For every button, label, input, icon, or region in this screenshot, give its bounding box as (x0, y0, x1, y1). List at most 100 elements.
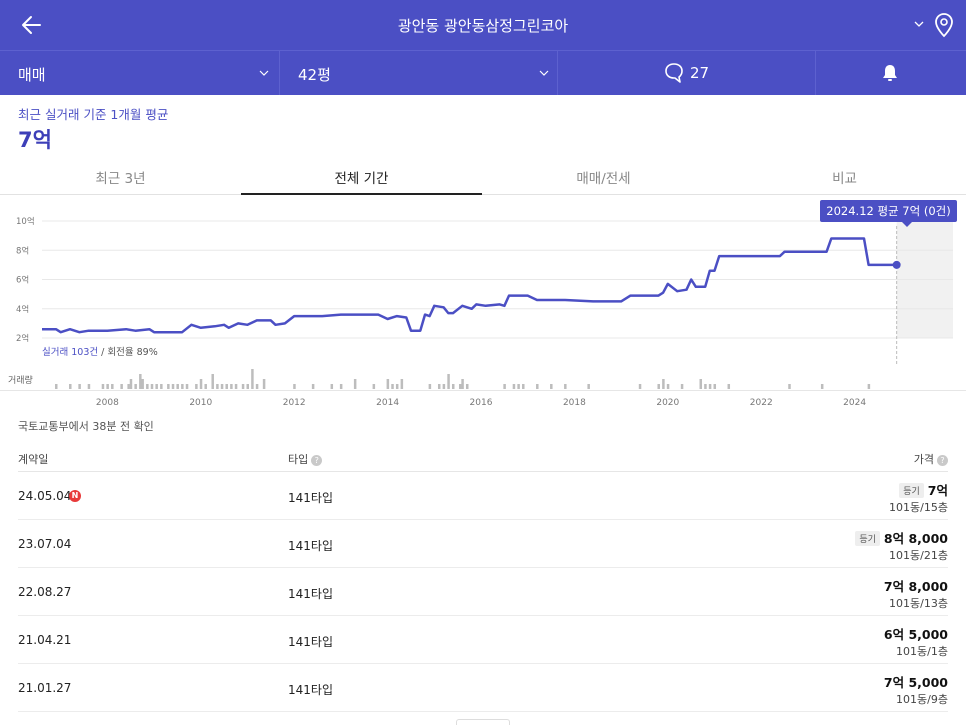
volume-bar (727, 384, 731, 389)
area-select[interactable]: 42평 (280, 51, 558, 95)
trade-meta: 실거래 103건 / 회전율 89% (42, 344, 158, 358)
page-title[interactable]: 광안동 광안동삼정그린코아 (0, 15, 966, 36)
alert-button[interactable] (816, 51, 966, 95)
chevron-down-icon (539, 70, 549, 76)
volume-bar (141, 379, 144, 389)
volume-bar (211, 374, 214, 389)
registered-tag: 등기 (899, 483, 924, 498)
row-price: 등기 8억 8,000 101동/21층 (855, 528, 948, 563)
row-type: 141타입 (288, 587, 333, 601)
volume-bar (204, 384, 207, 389)
price-value: 6억 5,000 (883, 627, 948, 642)
price-value: 7억 8,000 (883, 579, 948, 594)
volume-bar (293, 384, 296, 389)
table-row[interactable]: 24.05.04 N 141타입 등기 7억 101동/15층 (18, 472, 948, 520)
price-chart-svg: 10억 8억 6억 4억 2억 2008 2010 2012 2014 2016 2018 2020 2… (16, 216, 953, 408)
y-tick-label: 8억 (16, 245, 29, 256)
x-tick-label: 2008 (96, 398, 119, 408)
x-tick-label: 2020 (656, 398, 679, 408)
price-value: 7억 (927, 483, 948, 498)
table-row[interactable]: 21.01.27 141타입 7억 5,000 101동/9층 (18, 664, 948, 712)
volume-bar (400, 379, 404, 389)
average-label: 최근 실거래 기준 1개월 평균 (18, 107, 169, 122)
row-price: 7억 8,000 101동/13층 (884, 576, 948, 611)
volume-bar (564, 384, 567, 389)
new-badge: N (69, 490, 81, 502)
y-tick-label: 6억 (16, 275, 29, 286)
price-chart[interactable]: 10억 8억 6억 4억 2억 2008 2010 2012 2014 2016 2018 2020 2… (0, 196, 966, 408)
volume-bar (139, 374, 142, 389)
x-tick-label: 2016 (470, 398, 493, 408)
volume-bar (339, 384, 343, 389)
volume-bar (428, 384, 432, 389)
tab-all-period[interactable]: 전체 기간 (241, 157, 482, 195)
filter-bar: 매매 42평 27 (0, 50, 966, 95)
row-price: 6억 5,000 101동/1층 (884, 624, 948, 659)
unit-floor: 101동/1층 (896, 645, 948, 658)
volume-bar (666, 384, 670, 389)
table-row[interactable]: 22.08.27 141타입 7억 8,000 101동/13층 (18, 568, 948, 616)
volume-bar (442, 384, 446, 389)
row-date: 21.01.27 (18, 681, 72, 695)
chevron-down-icon[interactable] (912, 17, 926, 31)
volume-bar (713, 384, 717, 389)
tab-sale-jeonse[interactable]: 매매/전세 (483, 157, 724, 195)
volume-bar (311, 384, 315, 389)
header-price: 가격? (914, 451, 948, 467)
volume-bar (87, 384, 91, 389)
trade-type-label: 매매 (18, 66, 46, 84)
y-tick-label: 4억 (16, 304, 29, 315)
chart-tooltip: 2024.12 평균 7억 (0건) (820, 200, 957, 222)
row-date: 21.04.21 (18, 633, 72, 647)
volume-bar (657, 384, 660, 389)
comments-button[interactable]: 27 (558, 51, 816, 95)
trade-type-select[interactable]: 매매 (0, 51, 280, 95)
volume-bar (662, 379, 665, 389)
volume-bar (176, 384, 179, 389)
volume-bar (255, 384, 259, 389)
volume-bar (867, 384, 871, 389)
location-pin-icon[interactable] (933, 12, 955, 38)
chevron-down-icon (259, 70, 269, 76)
volume-bar (134, 384, 137, 389)
volume-bar (391, 384, 394, 389)
volume-bar (503, 384, 506, 389)
volume-bar (181, 384, 184, 389)
volume-bar (246, 384, 249, 389)
current-point (892, 260, 901, 269)
bottom-handle (456, 719, 510, 725)
x-tick-label: 2024 (843, 398, 866, 408)
volume-bar (78, 384, 81, 389)
help-icon[interactable]: ? (937, 455, 948, 466)
help-icon[interactable]: ? (311, 455, 323, 466)
volume-bar (146, 384, 149, 389)
tab-compare[interactable]: 비교 (724, 157, 965, 195)
volume-bar (69, 384, 72, 389)
volume-bar (550, 384, 553, 389)
volume-bar (55, 384, 58, 389)
volume-bar (330, 384, 334, 389)
volume-bar (155, 384, 158, 389)
table-row[interactable]: 23.07.04 141타입 등기 8억 8,000 101동/21층 (18, 520, 948, 568)
volume-bar (522, 384, 525, 389)
volume-bar (230, 384, 233, 389)
volume-bar (395, 384, 399, 389)
volume-bar (234, 384, 238, 389)
average-value: 7억 (18, 128, 52, 152)
volume-bar (225, 384, 228, 389)
y-tick-label: 2억 (16, 333, 29, 344)
volume-bar (160, 384, 163, 389)
unit-floor: 101동/13층 (889, 597, 948, 610)
row-date: 22.08.27 (18, 585, 72, 599)
row-type: 141타입 (288, 491, 333, 505)
row-date: 24.05.04 (18, 489, 72, 503)
turnover-rate: / 회전율 89% (101, 347, 158, 358)
tab-recent-3y[interactable]: 최근 3년 (0, 157, 241, 195)
x-tick-label: 2018 (563, 398, 586, 408)
table-row[interactable]: 21.04.21 141타입 6억 5,000 101동/1층 (18, 616, 948, 664)
row-type: 141타입 (288, 683, 333, 697)
volume-bar (638, 384, 642, 389)
unit-floor: 101동/15층 (889, 501, 948, 514)
volume-bar (167, 384, 170, 389)
x-tick-label: 2012 (283, 398, 306, 408)
